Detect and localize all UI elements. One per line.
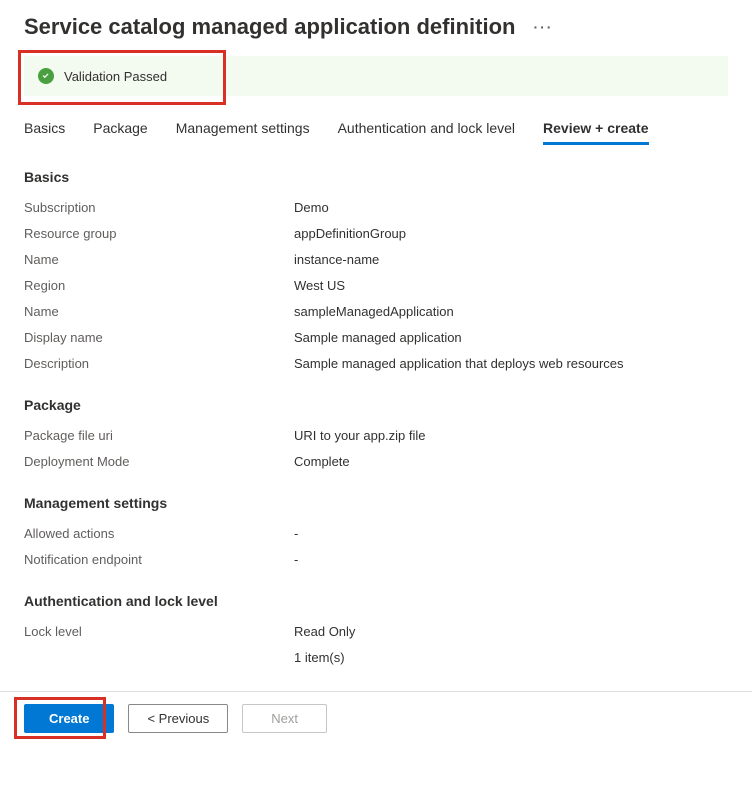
field-row: Allowed actions- bbox=[24, 521, 728, 547]
field-value: URI to your app.zip file bbox=[294, 426, 728, 446]
field-value: - bbox=[294, 524, 728, 544]
tab-review-create[interactable]: Review + create bbox=[543, 114, 648, 145]
next-button: Next bbox=[242, 704, 327, 733]
tab-basics[interactable]: Basics bbox=[24, 114, 65, 145]
field-row: Display nameSample managed application bbox=[24, 325, 728, 351]
field-label: Subscription bbox=[24, 198, 294, 218]
field-value: Demo bbox=[294, 198, 728, 218]
create-button[interactable]: Create bbox=[24, 704, 114, 733]
field-row: 1 item(s) bbox=[24, 645, 728, 671]
field-row: Notification endpoint- bbox=[24, 547, 728, 573]
field-row: Nameinstance-name bbox=[24, 247, 728, 273]
field-label: Allowed actions bbox=[24, 524, 294, 544]
field-value: West US bbox=[294, 276, 728, 296]
field-row: Lock levelRead Only bbox=[24, 619, 728, 645]
field-label: Lock level bbox=[24, 622, 294, 642]
field-label: Resource group bbox=[24, 224, 294, 244]
field-label: Description bbox=[24, 354, 294, 374]
field-row: RegionWest US bbox=[24, 273, 728, 299]
field-label: Package file uri bbox=[24, 426, 294, 446]
field-row: Package file uriURI to your app.zip file bbox=[24, 423, 728, 449]
field-value: - bbox=[294, 550, 728, 570]
field-value: sampleManagedApplication bbox=[294, 302, 728, 322]
validation-banner: Validation Passed bbox=[24, 56, 728, 96]
field-value: Sample managed application bbox=[294, 328, 728, 348]
field-value: appDefinitionGroup bbox=[294, 224, 728, 244]
field-label: Notification endpoint bbox=[24, 550, 294, 570]
section-header-basics: Basics bbox=[24, 169, 728, 185]
field-row: SubscriptionDemo bbox=[24, 195, 728, 221]
section-header-auth: Authentication and lock level bbox=[24, 593, 728, 609]
field-label: Display name bbox=[24, 328, 294, 348]
field-label: Deployment Mode bbox=[24, 452, 294, 472]
more-icon[interactable]: ··· bbox=[533, 19, 553, 35]
field-label: Name bbox=[24, 250, 294, 270]
section-header-management: Management settings bbox=[24, 495, 728, 511]
page-title: Service catalog managed application defi… bbox=[24, 14, 515, 40]
validation-text: Validation Passed bbox=[64, 69, 167, 84]
review-content: Basics SubscriptionDemo Resource groupap… bbox=[0, 169, 752, 691]
field-value: Complete bbox=[294, 452, 728, 472]
field-label: Region bbox=[24, 276, 294, 296]
field-row: NamesampleManagedApplication bbox=[24, 299, 728, 325]
field-row: Resource groupappDefinitionGroup bbox=[24, 221, 728, 247]
field-value: 1 item(s) bbox=[294, 648, 728, 668]
tab-package[interactable]: Package bbox=[93, 114, 147, 145]
field-value: Sample managed application that deploys … bbox=[294, 354, 728, 374]
field-row: Deployment ModeComplete bbox=[24, 449, 728, 475]
section-header-package: Package bbox=[24, 397, 728, 413]
footer-bar: Create < Previous Next bbox=[0, 691, 752, 745]
field-label bbox=[24, 648, 294, 668]
tab-management-settings[interactable]: Management settings bbox=[176, 114, 310, 145]
previous-button[interactable]: < Previous bbox=[128, 704, 228, 733]
field-row: DescriptionSample managed application th… bbox=[24, 351, 728, 377]
tab-bar: Basics Package Management settings Authe… bbox=[0, 114, 752, 145]
field-value: Read Only bbox=[294, 622, 728, 642]
field-label: Name bbox=[24, 302, 294, 322]
field-value: instance-name bbox=[294, 250, 728, 270]
check-icon bbox=[38, 68, 54, 84]
tab-authentication-and-lock-level[interactable]: Authentication and lock level bbox=[338, 114, 515, 145]
